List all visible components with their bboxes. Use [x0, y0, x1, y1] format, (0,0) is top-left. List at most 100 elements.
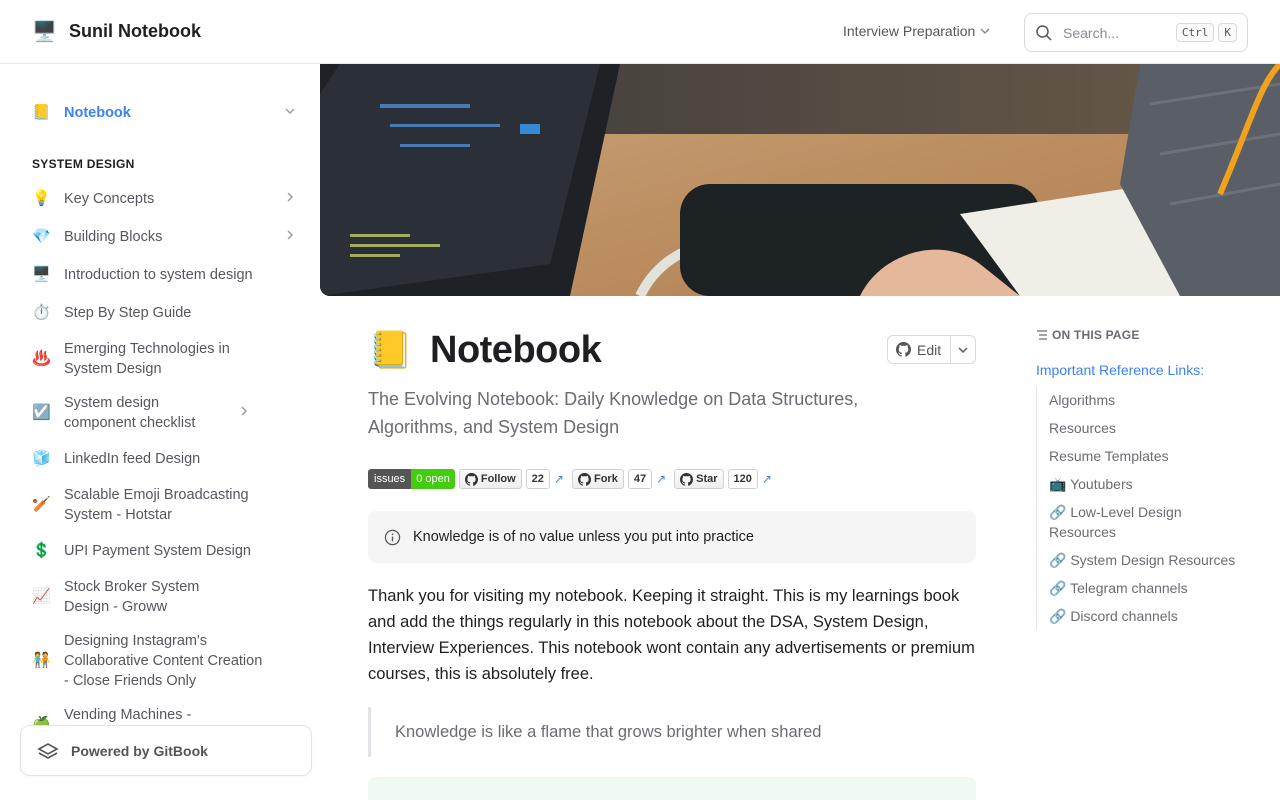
- quote-block: Knowledge is like a flame that grows bri…: [368, 707, 976, 757]
- star-label: Star: [696, 473, 718, 485]
- sidebar-item-upi-payment[interactable]: 💲 UPI Payment System Design: [20, 541, 300, 561]
- toc-item-lld-resources[interactable]: 🔗 Low-Level Design Resources: [1049, 498, 1236, 546]
- github-icon: [896, 342, 911, 357]
- dollar-icon: 💲: [32, 542, 51, 559]
- toc-item-algorithms[interactable]: Algorithms: [1049, 386, 1236, 414]
- sidebar-item-building-blocks[interactable]: 💎 Building Blocks: [20, 227, 300, 247]
- sidebar-item-label: System design component checklist: [64, 395, 196, 431]
- search-input[interactable]: Search... Ctrl K: [1024, 13, 1248, 52]
- kbd-ctrl: Ctrl: [1175, 23, 1215, 42]
- toc-item-telegram[interactable]: 🔗 Telegram channels: [1049, 574, 1236, 602]
- page-title: Notebook: [430, 329, 602, 371]
- sidebar-item-label: LinkedIn feed Design: [64, 451, 201, 467]
- people-icon: 🧑‍🤝‍🧑: [32, 652, 51, 669]
- gitbook-icon: [37, 742, 59, 759]
- toc-heading-label: ON THIS PAGE: [1052, 328, 1140, 342]
- toc-item-resources[interactable]: Resources: [1049, 414, 1236, 442]
- space-switcher[interactable]: Interview Preparation: [843, 23, 991, 39]
- sidebar-item-emoji-broadcasting[interactable]: 🏏 Scalable Emoji Broadcasting System - H…: [20, 485, 300, 525]
- fork-badge[interactable]: Fork: [571, 469, 624, 489]
- sidebar: 📒 Notebook SYSTEM DESIGN 💡 Key Concepts …: [0, 65, 320, 800]
- hint-text: Knowledge is of no value unless you put …: [413, 529, 754, 545]
- chevron-right-icon[interactable]: [280, 227, 300, 247]
- powered-by-label: Powered by GitBook: [71, 742, 208, 759]
- cover-image: [320, 64, 1280, 296]
- cricket-icon: 🏏: [32, 496, 51, 513]
- github-badges: issues 0 open Follow 22 ↗ Fork 47 ↗ Star…: [368, 469, 776, 489]
- sidebar-item-key-concepts[interactable]: 💡 Key Concepts: [20, 189, 300, 209]
- toc-heading: ON THIS PAGE: [1036, 328, 1140, 342]
- chevron-down-icon: [958, 347, 968, 353]
- kbd-k: K: [1218, 23, 1237, 42]
- notebook-icon: 📒: [32, 104, 51, 121]
- toc-list: Algorithms Resources Resume Templates 📺 …: [1036, 386, 1236, 630]
- sidebar-item-stock-broker[interactable]: 📈 Stock Broker System Design - Groww: [20, 577, 300, 617]
- ice-cube-icon: 🧊: [32, 450, 51, 467]
- info-icon: [384, 529, 401, 545]
- edit-button-group: Edit: [887, 335, 976, 364]
- github-icon: [680, 472, 694, 486]
- external-link-icon[interactable]: ↗: [762, 472, 772, 486]
- follow-label: Follow: [480, 473, 516, 485]
- section-title-system-design: SYSTEM DESIGN: [32, 157, 135, 171]
- sidebar-item-label: Key Concepts: [64, 191, 155, 207]
- star-badge[interactable]: Star: [674, 469, 724, 489]
- chart-up-icon: 📈: [32, 588, 51, 605]
- checkbox-icon: ☑️: [32, 404, 51, 421]
- external-link-icon[interactable]: ↗: [656, 472, 666, 486]
- chevron-right-icon[interactable]: [234, 393, 254, 423]
- sidebar-item-notebook[interactable]: 📒 Notebook: [20, 103, 300, 123]
- fork-count: 47: [627, 469, 653, 489]
- light-bulb-icon: 💡: [32, 190, 51, 207]
- space-switcher-label: Interview Preparation: [843, 23, 976, 39]
- site-title[interactable]: Sunil Notebook: [69, 21, 201, 42]
- issues-badge[interactable]: issues 0 open: [368, 469, 455, 489]
- sidebar-item-intro-system-design[interactable]: 🖥️ Introduction to system design: [20, 265, 300, 285]
- stopwatch-icon: ⏱️: [32, 304, 51, 321]
- star-count: 120: [727, 469, 758, 489]
- sidebar-item-label: Introduction to system design: [64, 267, 253, 283]
- page-icon: 📒: [368, 329, 413, 370]
- issues-badge-value: 0 open: [411, 469, 455, 489]
- sidebar-item-label: Notebook: [64, 105, 131, 121]
- sidebar-item-instagram-close-friends[interactable]: 🧑‍🤝‍🧑 Designing Instagram's Collaborativ…: [20, 631, 300, 691]
- edit-label: Edit: [917, 341, 942, 358]
- fork-label: Fork: [593, 473, 618, 485]
- github-icon: [464, 472, 478, 486]
- sidebar-item-component-checklist[interactable]: ☑️ System design component checklist: [20, 393, 300, 433]
- site-logo[interactable]: 🖥️: [32, 20, 57, 44]
- follow-badge[interactable]: Follow: [458, 469, 522, 489]
- sidebar-item-label: Scalable Emoji Broadcasting System - Hot…: [64, 487, 249, 523]
- gem-icon: 💎: [32, 228, 51, 245]
- hot-springs-icon: ♨️: [32, 350, 51, 367]
- toc-item-youtubers[interactable]: 📺 Youtubers: [1049, 470, 1236, 498]
- chevron-down-icon[interactable]: [280, 103, 300, 123]
- follow-count: 22: [525, 469, 550, 489]
- edit-dropdown-button[interactable]: [951, 336, 975, 363]
- sidebar-item-linkedin-feed[interactable]: 🧊 LinkedIn feed Design: [20, 449, 300, 469]
- toc-item-resume-templates[interactable]: Resume Templates: [1049, 442, 1236, 470]
- intro-paragraph: Thank you for visiting my notebook. Keep…: [368, 587, 975, 683]
- toc-item-reference-links[interactable]: Important Reference Links:: [1036, 360, 1204, 380]
- success-hint: [368, 777, 976, 800]
- toc-item-discord[interactable]: 🔗 Discord channels: [1049, 602, 1236, 630]
- issues-badge-label: issues: [368, 469, 412, 489]
- edit-button[interactable]: Edit: [888, 336, 951, 363]
- chevron-down-icon: [980, 28, 990, 34]
- list-icon: [1037, 330, 1047, 340]
- github-icon: [577, 472, 591, 486]
- sidebar-item-label: UPI Payment System Design: [64, 543, 251, 559]
- sidebar-item-step-by-step[interactable]: ⏱️ Step By Step Guide: [20, 303, 300, 323]
- sidebar-item-label: Emerging Technologies in System Design: [64, 341, 230, 377]
- search-placeholder: Search...: [1063, 24, 1120, 41]
- external-link-icon[interactable]: ↗: [554, 472, 564, 486]
- sidebar-item-label: Building Blocks: [64, 229, 163, 245]
- toc-item-system-design-resources[interactable]: 🔗 System Design Resources: [1049, 546, 1236, 574]
- top-header: 🖥️ Sunil Notebook Interview Preparation …: [0, 0, 1280, 64]
- powered-by-gitbook[interactable]: Powered by GitBook: [20, 725, 312, 776]
- chevron-right-icon[interactable]: [280, 189, 300, 209]
- computer-icon: 🖥️: [32, 266, 51, 283]
- search-icon: [1036, 24, 1052, 41]
- sidebar-item-label: Designing Instagram's Collaborative Cont…: [64, 633, 263, 689]
- sidebar-item-emerging-tech[interactable]: ♨️ Emerging Technologies in System Desig…: [20, 339, 300, 379]
